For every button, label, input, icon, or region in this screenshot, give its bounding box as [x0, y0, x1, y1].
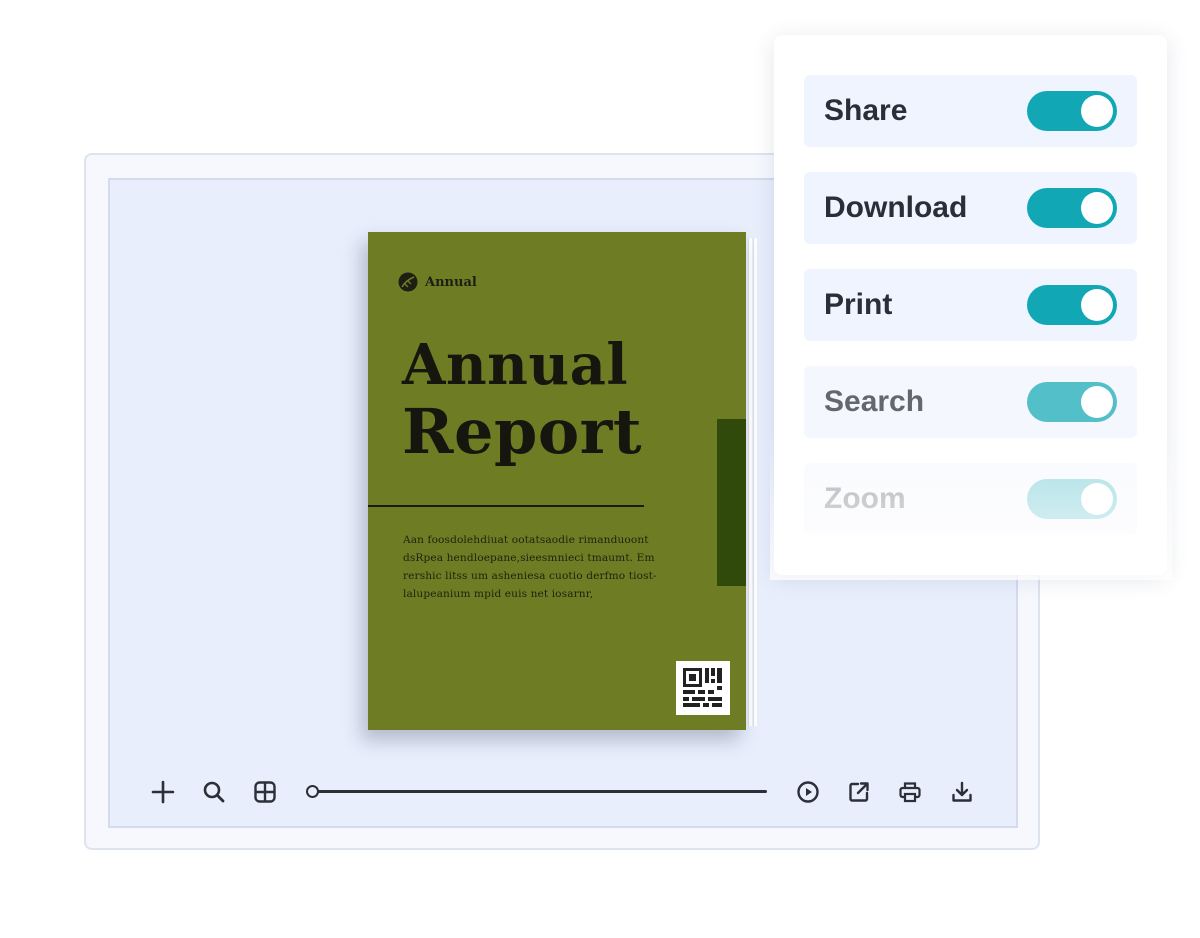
leaf-logo-icon — [398, 272, 418, 292]
cover-divider — [368, 505, 644, 507]
thumbnails-icon — [254, 781, 276, 803]
zoom-in-button[interactable] — [147, 776, 179, 808]
print-icon — [899, 782, 921, 803]
setting-row-download: Download — [804, 172, 1137, 244]
cover-title-line2: Report — [402, 395, 642, 468]
setting-label: Download — [824, 191, 968, 224]
setting-row-print: Print — [804, 269, 1137, 341]
autoplay-icon — [797, 781, 819, 803]
download-toggle[interactable] — [1027, 188, 1117, 228]
search-icon — [203, 781, 225, 803]
page-edge — [748, 238, 752, 726]
setting-label: Share — [824, 94, 908, 127]
setting-row-search: Search — [804, 366, 1137, 438]
toggle-knob — [1081, 483, 1113, 515]
setting-label: Zoom — [824, 482, 906, 515]
cover-title: Annual Report — [402, 337, 642, 463]
setting-row-share: Share — [804, 75, 1137, 147]
download-button[interactable] — [946, 776, 978, 808]
qr-code-icon — [676, 661, 730, 715]
cover-accent-bar — [717, 419, 746, 586]
toggle-knob — [1081, 192, 1113, 224]
print-toggle[interactable] — [1027, 285, 1117, 325]
cover-brand: Annual — [398, 272, 477, 292]
setting-label: Print — [824, 288, 893, 321]
cover-body-text: Aan foosdolehdiuat ootatsaodie rimanduoo… — [403, 534, 657, 600]
cover-title-line1: Annual — [402, 332, 629, 398]
page-slider-handle[interactable] — [306, 785, 319, 798]
autoplay-button[interactable] — [792, 776, 824, 808]
book-cover[interactable]: Annual Annual Report Aan foosdolehdiuat … — [368, 232, 746, 730]
page-slider[interactable] — [312, 790, 767, 793]
share-button[interactable] — [843, 776, 875, 808]
toggle-knob — [1081, 386, 1113, 418]
print-button[interactable] — [894, 776, 926, 808]
toggle-knob — [1081, 95, 1113, 127]
thumbnails-button[interactable] — [249, 776, 281, 808]
setting-label: Search — [824, 385, 925, 418]
share-icon — [849, 782, 869, 802]
brand-label: Annual — [425, 274, 477, 290]
search-toggle[interactable] — [1027, 382, 1117, 422]
download-icon — [952, 781, 972, 802]
share-toggle[interactable] — [1027, 91, 1117, 131]
setting-row-zoom: Zoom — [804, 463, 1137, 535]
search-button[interactable] — [198, 776, 230, 808]
toggle-knob — [1081, 289, 1113, 321]
page-edge — [753, 238, 757, 726]
zoom-toggle[interactable] — [1027, 479, 1117, 519]
zoom-in-icon — [151, 780, 175, 804]
